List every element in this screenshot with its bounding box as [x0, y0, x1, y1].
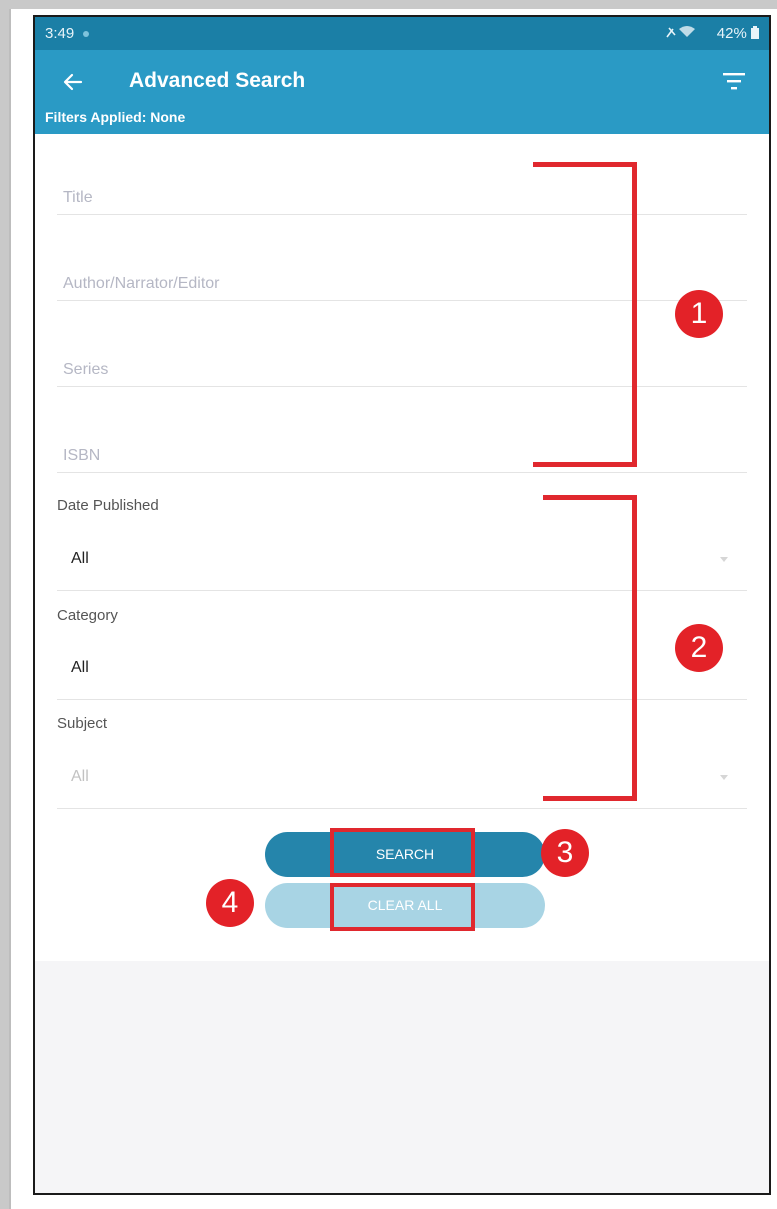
chevron-down-icon	[720, 775, 728, 780]
annotation-badge-1: 1	[675, 290, 723, 338]
annotation-badge-4: 4	[206, 879, 254, 927]
category-select[interactable]	[57, 637, 747, 700]
annotation-bracket-2	[543, 495, 637, 801]
subject-select[interactable]	[57, 747, 747, 809]
notification-dot-icon	[83, 31, 89, 37]
isbn-underline	[57, 472, 747, 473]
empty-footer-area	[35, 961, 769, 1193]
status-bar: 3:49 42%	[35, 17, 769, 50]
series-field	[57, 349, 747, 391]
page-title: Advanced Search	[129, 69, 306, 92]
series-underline	[57, 386, 747, 387]
annotation-badge-3: 3	[541, 829, 589, 877]
title-field	[57, 177, 747, 219]
frame-top-border	[0, 0, 777, 9]
filters-applied-text: Filters Applied: None	[45, 109, 186, 125]
status-indicators: 42%	[665, 25, 759, 42]
frame-margin	[9, 9, 33, 1209]
battery-percent: 42%	[716, 25, 747, 42]
signal-wifi-icon	[665, 26, 695, 38]
device-screen: 3:49 42% Advanced Search Filters Applied…	[33, 15, 771, 1195]
frame-rule	[9, 9, 11, 1209]
title-underline	[57, 214, 747, 215]
date-published-select[interactable]	[57, 529, 747, 591]
author-underline	[57, 300, 747, 301]
subject-value: All	[71, 768, 89, 785]
filter-icon[interactable]	[723, 72, 745, 90]
annotation-badge-2: 2	[675, 624, 723, 672]
app-bar: Advanced Search Filters Applied: None	[35, 50, 769, 134]
category-label: Category	[57, 607, 118, 624]
date-published-label: Date Published	[57, 497, 159, 514]
status-time: 3:49	[45, 25, 75, 42]
date-published-underline	[57, 590, 747, 591]
annotation-highlight-search	[330, 828, 475, 877]
annotation-bracket-1	[533, 162, 637, 467]
category-underline	[57, 699, 747, 700]
isbn-field	[57, 435, 747, 477]
battery-icon	[751, 26, 759, 39]
category-value: All	[71, 659, 89, 676]
frame-left-border	[0, 0, 9, 1209]
subject-label: Subject	[57, 715, 108, 732]
subject-underline	[57, 808, 747, 809]
author-field	[57, 263, 747, 305]
annotation-highlight-clear	[330, 883, 475, 931]
back-arrow-icon[interactable]	[61, 70, 85, 94]
date-published-value: All	[71, 550, 89, 567]
chevron-down-icon	[720, 557, 728, 562]
